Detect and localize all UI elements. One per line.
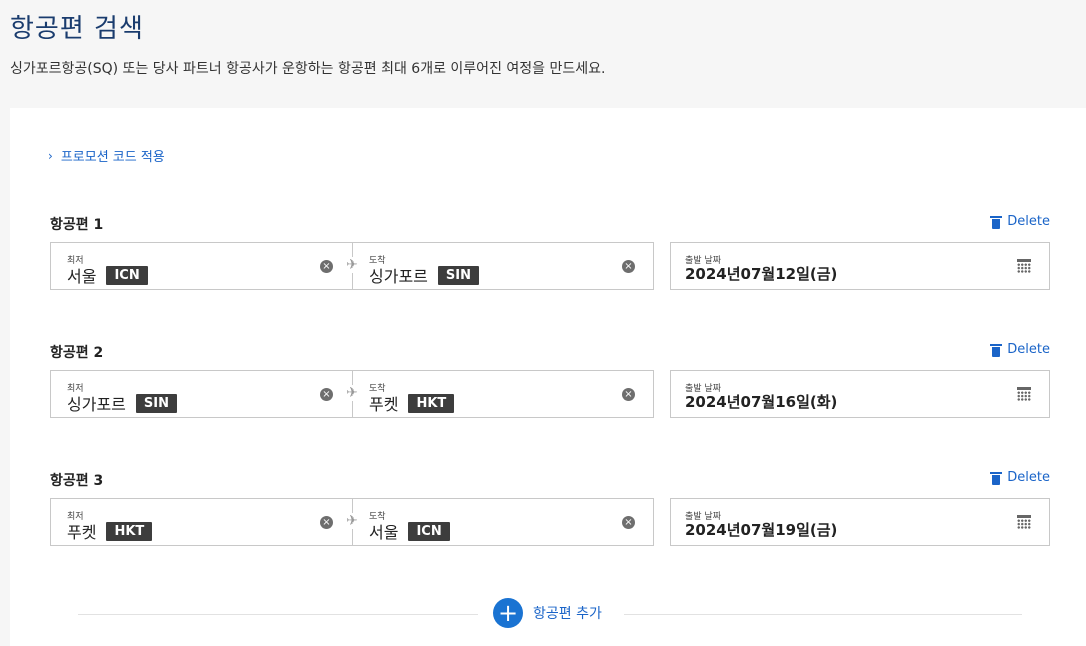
page-title: 항공편 검색 bbox=[10, 14, 144, 44]
page-subtitle: 싱가포르항공(SQ) 또는 당사 파트너 항공사가 운항하는 항공편 최대 6개… bbox=[10, 61, 606, 77]
destination-field[interactable]: 도착 서울 ICN × bbox=[353, 499, 653, 545]
plane-icon: ✈ bbox=[343, 513, 361, 529]
delete-flight-button[interactable]: Delete bbox=[990, 342, 1050, 357]
promo-code-link[interactable]: › 프로모션 코드 적용 bbox=[48, 146, 165, 166]
destination-code-badge: ICN bbox=[408, 521, 450, 541]
chevron-right-icon: › bbox=[48, 148, 53, 163]
delete-label: Delete bbox=[1007, 470, 1050, 485]
plane-icon: ✈ bbox=[343, 257, 361, 273]
flight-segment-2: 항공편 2 Delete 최저 싱가포르 SIN × ✈ 도착 푸켓 HKT ×… bbox=[50, 342, 1050, 442]
clear-destination-icon[interactable]: × bbox=[622, 388, 635, 401]
page-header: 항공편 검색 싱가포르항공(SQ) 또는 당사 파트너 항공사가 운항하는 항공… bbox=[10, 0, 1080, 108]
flight-label: 항공편 2 bbox=[50, 345, 104, 361]
clear-origin-icon[interactable]: × bbox=[320, 388, 333, 401]
destination-code-badge: SIN bbox=[437, 265, 479, 285]
calendar-icon bbox=[1017, 515, 1031, 529]
clear-destination-icon[interactable]: × bbox=[622, 516, 635, 529]
origin-city: 푸켓 bbox=[67, 523, 97, 542]
plane-icon: ✈ bbox=[343, 385, 361, 401]
route-fields: 최저 서울 ICN × ✈ 도착 싱가포르 SIN × bbox=[50, 242, 654, 290]
add-flight-row: + 항공편 추가 bbox=[78, 598, 1022, 630]
origin-city: 서울 bbox=[67, 267, 97, 286]
destination-city: 푸켓 bbox=[369, 395, 399, 414]
divider-line bbox=[624, 614, 1022, 615]
trash-icon bbox=[990, 471, 1003, 485]
route-fields: 최저 싱가포르 SIN × ✈ 도착 푸켓 HKT × bbox=[50, 370, 654, 418]
departure-date-value: 2024년07월16일(화) bbox=[685, 393, 838, 411]
add-flight-label: 항공편 추가 bbox=[533, 606, 602, 622]
clear-destination-icon[interactable]: × bbox=[622, 260, 635, 273]
delete-flight-button[interactable]: Delete bbox=[990, 470, 1050, 485]
origin-city: 싱가포르 bbox=[67, 395, 126, 414]
route-fields: 최저 푸켓 HKT × ✈ 도착 서울 ICN × bbox=[50, 498, 654, 546]
flight-label: 항공편 1 bbox=[50, 217, 104, 233]
trash-icon bbox=[990, 215, 1003, 229]
destination-city: 서울 bbox=[369, 523, 399, 542]
origin-field[interactable]: 최저 싱가포르 SIN × bbox=[51, 371, 351, 417]
flight-segment-1: 항공편 1 Delete 최저 서울 ICN × ✈ 도착 싱가포르 SIN ×… bbox=[50, 214, 1050, 314]
flight-segment-3: 항공편 3 Delete 최저 푸켓 HKT × ✈ 도착 서울 ICN × 출… bbox=[50, 470, 1050, 570]
delete-label: Delete bbox=[1007, 342, 1050, 357]
destination-city: 싱가포르 bbox=[369, 267, 428, 286]
calendar-icon bbox=[1017, 259, 1031, 273]
trash-icon bbox=[990, 343, 1003, 357]
origin-code-badge: ICN bbox=[106, 265, 148, 285]
delete-flight-button[interactable]: Delete bbox=[990, 214, 1050, 229]
origin-field[interactable]: 최저 푸켓 HKT × bbox=[51, 499, 351, 545]
origin-code-badge: HKT bbox=[106, 521, 153, 541]
promo-code-label: 프로모션 코드 적용 bbox=[60, 150, 165, 165]
departure-date-field[interactable]: 출발 날짜 2024년07월19일(금) bbox=[670, 498, 1050, 546]
origin-code-badge: SIN bbox=[135, 393, 177, 413]
clear-origin-icon[interactable]: × bbox=[320, 516, 333, 529]
divider-line bbox=[78, 614, 478, 615]
departure-date-field[interactable]: 출발 날짜 2024년07월12일(금) bbox=[670, 242, 1050, 290]
delete-label: Delete bbox=[1007, 214, 1050, 229]
add-flight-button[interactable]: + 항공편 추가 bbox=[493, 598, 602, 628]
departure-date-value: 2024년07월19일(금) bbox=[685, 521, 838, 539]
calendar-icon bbox=[1017, 387, 1031, 401]
search-panel: › 프로모션 코드 적용 항공편 1 Delete 최저 서울 ICN × ✈ … bbox=[10, 108, 1086, 646]
flight-label: 항공편 3 bbox=[50, 473, 104, 489]
destination-field[interactable]: 도착 싱가포르 SIN × bbox=[353, 243, 653, 289]
origin-field[interactable]: 최저 서울 ICN × bbox=[51, 243, 351, 289]
destination-code-badge: HKT bbox=[408, 393, 455, 413]
clear-origin-icon[interactable]: × bbox=[320, 260, 333, 273]
departure-date-value: 2024년07월12일(금) bbox=[685, 265, 838, 283]
plus-icon: + bbox=[493, 598, 523, 628]
departure-date-field[interactable]: 출발 날짜 2024년07월16일(화) bbox=[670, 370, 1050, 418]
destination-field[interactable]: 도착 푸켓 HKT × bbox=[353, 371, 653, 417]
